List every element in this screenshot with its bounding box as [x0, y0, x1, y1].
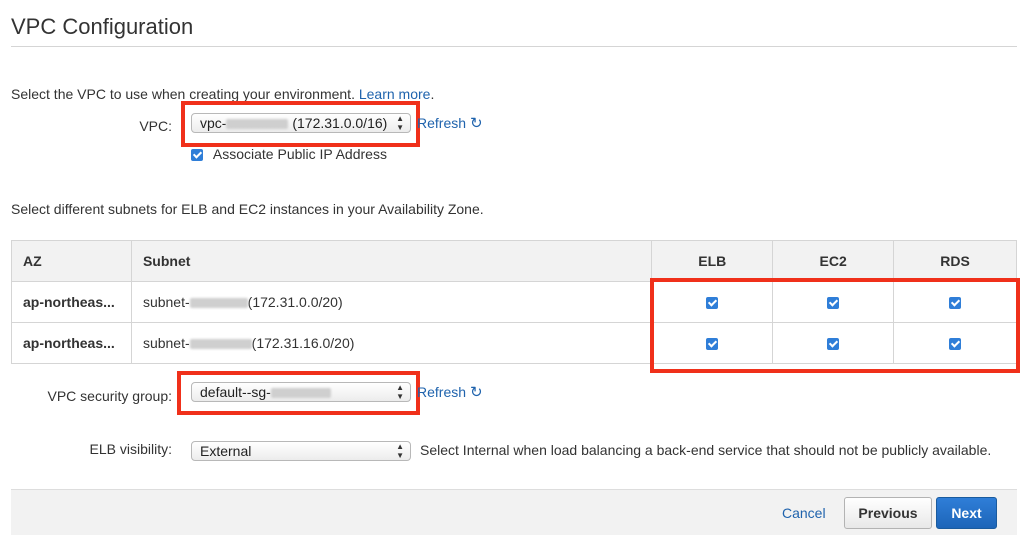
elb-visibility-select[interactable]: External ▲ ▼ [191, 441, 411, 461]
subnet-intro: Select different subnets for ELB and EC2… [11, 201, 484, 217]
associate-public-ip-checkbox[interactable] [191, 149, 203, 162]
security-group-refresh[interactable]: Refresh ↻ [417, 383, 483, 401]
highlight-box-checkboxes [650, 278, 1020, 373]
page-title: VPC Configuration [11, 14, 194, 39]
next-button[interactable]: Next [936, 497, 997, 529]
elb-visibility-label: ELB visibility: [89, 441, 172, 457]
title-divider [11, 46, 1017, 47]
select-arrows-icon: ▲ ▼ [396, 442, 404, 460]
vpc-intro-suffix: . [430, 86, 435, 102]
associate-public-ip-label: Associate Public IP Address [212, 146, 387, 162]
subnet-cidr: (172.31.0.0/20) [247, 294, 343, 310]
vpc-intro: Select the VPC to use when creating your… [11, 86, 434, 102]
previous-button[interactable]: Previous [844, 497, 932, 529]
row-subnet: subnet- (172.31.16.0/20) [130, 322, 653, 364]
security-group-select[interactable]: default--sg- ▲ ▼ [191, 382, 411, 402]
select-arrows-icon: ▲ ▼ [396, 383, 404, 401]
row-az: ap-northeas... [11, 322, 132, 364]
subnet-prefix: subnet- [142, 335, 190, 351]
elb-visibility-value: External [200, 443, 252, 459]
learn-more-link[interactable]: Learn more [359, 86, 431, 102]
redacted-subnet-id [189, 339, 252, 350]
subnet-cidr: (172.31.16.0/20) [251, 335, 355, 351]
col-header-ec2: EC2 [772, 240, 895, 282]
vpc-intro-text: Select the VPC to use when creating your… [11, 86, 355, 102]
vpc-select-cidr: (172.31.0.0/16) [292, 115, 388, 131]
row-subnet: subnet- (172.31.0.0/20) [130, 281, 653, 323]
vpc-label: VPC: [139, 118, 172, 134]
associate-public-ip[interactable]: Associate Public IP Address [191, 146, 387, 162]
security-group-refresh-link[interactable]: Refresh [417, 384, 466, 400]
col-header-rds: RDS [893, 240, 1017, 282]
row-az: ap-northeas... [11, 281, 132, 323]
redacted-sg-id [270, 388, 331, 399]
redacted-subnet-id [189, 298, 248, 309]
security-group-prefix: default--sg- [200, 384, 271, 400]
col-header-elb: ELB [651, 240, 774, 282]
refresh-icon[interactable]: ↻ [470, 384, 483, 401]
vpc-refresh[interactable]: Refresh ↻ [417, 114, 483, 132]
select-arrows-icon: ▲ ▼ [396, 114, 404, 132]
security-group-label: VPC security group: [47, 388, 173, 404]
col-header-az: AZ [11, 240, 132, 282]
subnet-table-header: AZ Subnet ELB EC2 RDS [11, 240, 1017, 282]
vpc-select-prefix: vpc- [200, 115, 227, 131]
cancel-link[interactable]: Cancel [782, 505, 826, 521]
elb-visibility-hint: Select Internal when load balancing a ba… [420, 442, 992, 458]
redacted-vpc-id [226, 119, 289, 130]
vpc-select[interactable]: vpc- (172.31.0.0/16) ▲ ▼ [191, 113, 411, 133]
vpc-refresh-link[interactable]: Refresh [417, 115, 466, 131]
subnet-prefix: subnet- [142, 294, 190, 310]
col-header-subnet: Subnet [130, 240, 653, 282]
refresh-icon[interactable]: ↻ [470, 115, 483, 132]
